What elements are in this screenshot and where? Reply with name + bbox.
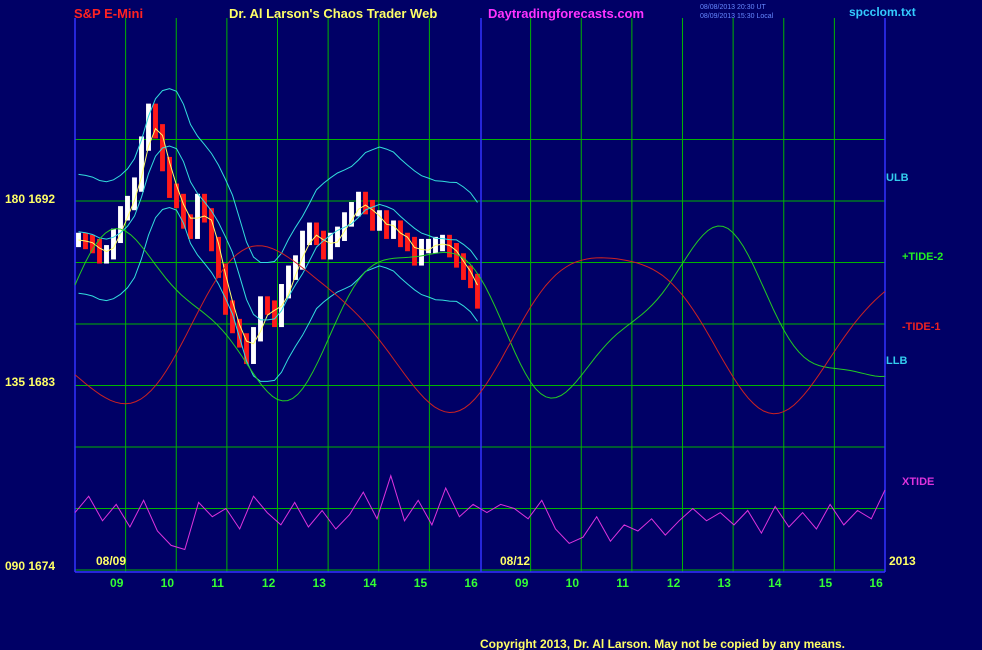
y-label-bottom: 090 1674: [5, 559, 55, 573]
copyright-text: Copyright 2013, Dr. Al Larson. May not b…: [480, 637, 845, 650]
hour-tick-label: 15: [414, 576, 428, 590]
price-bar: [447, 234, 452, 258]
hour-tick-label: 09: [110, 576, 124, 590]
hour-tick-label: 11: [616, 576, 629, 590]
legend-ulb: ULB: [886, 172, 909, 184]
filename-label: spcclom.txt: [849, 5, 916, 19]
hour-tick-label: 10: [161, 576, 175, 590]
price-bar: [265, 296, 270, 315]
price-bar: [419, 238, 424, 266]
date-label-left: 08/09: [96, 554, 126, 568]
hour-tick-label: 12: [262, 576, 276, 590]
hour-tick-label: 10: [566, 576, 580, 590]
chart-canvas: S&P E-Mini Dr. Al Larson's Chaos Trader …: [0, 0, 982, 650]
hour-tick-label: 09: [515, 576, 529, 590]
legend-tide-minus: -TIDE-1: [902, 321, 941, 333]
hour-tick-label: 11: [211, 576, 224, 590]
date-label-year: 2013: [889, 554, 916, 568]
hour-tick-label: 13: [718, 576, 732, 590]
price-bar: [370, 199, 375, 231]
price-bar: [426, 238, 431, 254]
timestamp-ut: 08/08/2013 20:30 UT: [700, 4, 766, 11]
price-bar: [272, 300, 277, 328]
price-bar: [475, 273, 480, 309]
hour-tick-label: 16: [869, 576, 883, 590]
y-label-mid: 135 1683: [5, 375, 55, 389]
date-label-mid: 08/12: [500, 554, 530, 568]
price-bar: [104, 245, 109, 264]
price-bar: [251, 327, 256, 364]
price-bar: [363, 191, 368, 215]
price-bar: [314, 222, 319, 246]
hour-tick-label: 13: [313, 576, 327, 590]
price-bar: [223, 263, 228, 315]
page-title: Dr. Al Larson's Chaos Trader Web: [229, 6, 437, 21]
price-bar: [321, 230, 326, 260]
timestamp-local: 08/09/2013 15:30 Local: [700, 13, 774, 20]
price-bar: [391, 220, 396, 239]
price-bar: [440, 234, 445, 252]
site-link[interactable]: Daytradingforecasts.com: [488, 6, 644, 21]
price-bar: [412, 236, 417, 266]
hour-tick-label: 14: [363, 576, 377, 590]
price-bar: [97, 238, 102, 264]
legend-xtide: XTIDE: [902, 476, 934, 488]
y-label-top: 180 1692: [5, 192, 55, 206]
price-bar: [174, 183, 179, 209]
hour-tick-label: 16: [464, 576, 478, 590]
price-bar: [405, 232, 410, 252]
legend-llb: LLB: [886, 355, 907, 367]
hour-tick-label: 15: [819, 576, 833, 590]
symbol-title: S&P E-Mini: [74, 6, 143, 21]
price-bar: [377, 210, 382, 231]
hour-tick-label: 12: [667, 576, 681, 590]
hour-tick-label: 14: [768, 576, 782, 590]
price-bar: [230, 300, 235, 334]
legend-tide-plus: +TIDE-2: [902, 251, 943, 263]
price-bar: [300, 230, 305, 270]
price-bar: [195, 193, 200, 239]
price-bar: [202, 193, 207, 223]
